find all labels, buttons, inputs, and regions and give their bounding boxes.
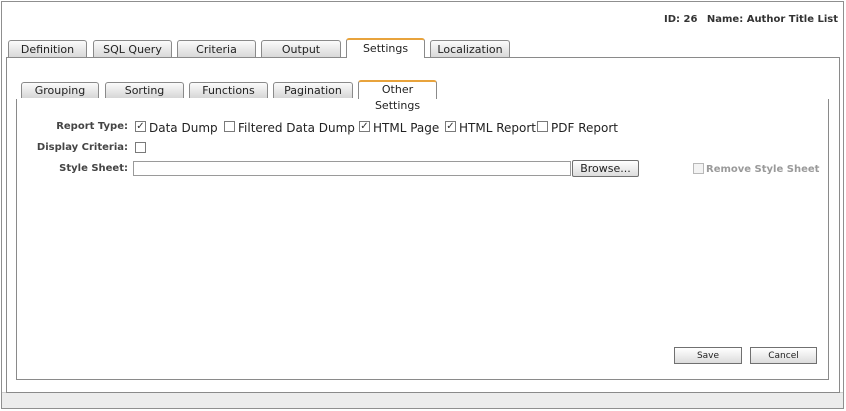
html-report-checkbox[interactable]: ✓ (445, 121, 456, 132)
id-label: ID: (663, 14, 680, 25)
browse-button[interactable]: Browse... (572, 160, 639, 177)
display-criteria-label: Display Criteria: (36, 142, 128, 153)
report-type-label: Report Type: (56, 121, 128, 132)
tab-localization[interactable]: Localization (430, 40, 510, 58)
tab-output[interactable]: Output (261, 40, 341, 58)
remove-style-sheet-checkbox[interactable] (693, 163, 704, 174)
tab-criteria[interactable]: Criteria (177, 40, 256, 58)
pdf-report-label: PDF Report (551, 121, 618, 135)
subtab-other-settings[interactable]: Other Settings (358, 80, 437, 112)
save-button[interactable]: Save (674, 347, 742, 364)
style-sheet-input[interactable] (133, 161, 571, 176)
subtab-grouping[interactable]: Grouping (21, 82, 99, 98)
filtered-data-dump-checkbox[interactable] (224, 121, 235, 132)
tab-definition[interactable]: Definition (8, 40, 87, 58)
name-label: Name: (706, 14, 744, 25)
html-page-checkbox[interactable]: ✓ (359, 121, 370, 132)
display-criteria-checkbox[interactable] (135, 142, 146, 153)
filtered-data-dump-label: Filtered Data Dump (238, 121, 355, 135)
html-report-label: HTML Report (459, 121, 536, 135)
name-value: Author Title List (746, 14, 838, 25)
subtab-functions[interactable]: Functions (189, 82, 268, 98)
cancel-button[interactable]: Cancel (750, 347, 817, 364)
report-header-info: ID: 26 Name: Author Title List (664, 14, 838, 25)
pdf-report-checkbox[interactable] (537, 121, 548, 132)
tab-settings[interactable]: Settings (346, 38, 425, 58)
id-value: 26 (683, 14, 698, 25)
data-dump-label: Data Dump (149, 121, 218, 135)
subtab-pagination[interactable]: Pagination (273, 82, 353, 98)
style-sheet-label: Style Sheet: (59, 163, 128, 174)
remove-style-sheet-label: Remove Style Sheet (706, 164, 820, 175)
data-dump-checkbox[interactable]: ✓ (135, 121, 146, 132)
subtab-sorting[interactable]: Sorting (105, 82, 184, 98)
bottom-strip (2, 392, 843, 408)
tab-sql-query[interactable]: SQL Query (93, 40, 172, 58)
html-page-label: HTML Page (373, 121, 440, 135)
